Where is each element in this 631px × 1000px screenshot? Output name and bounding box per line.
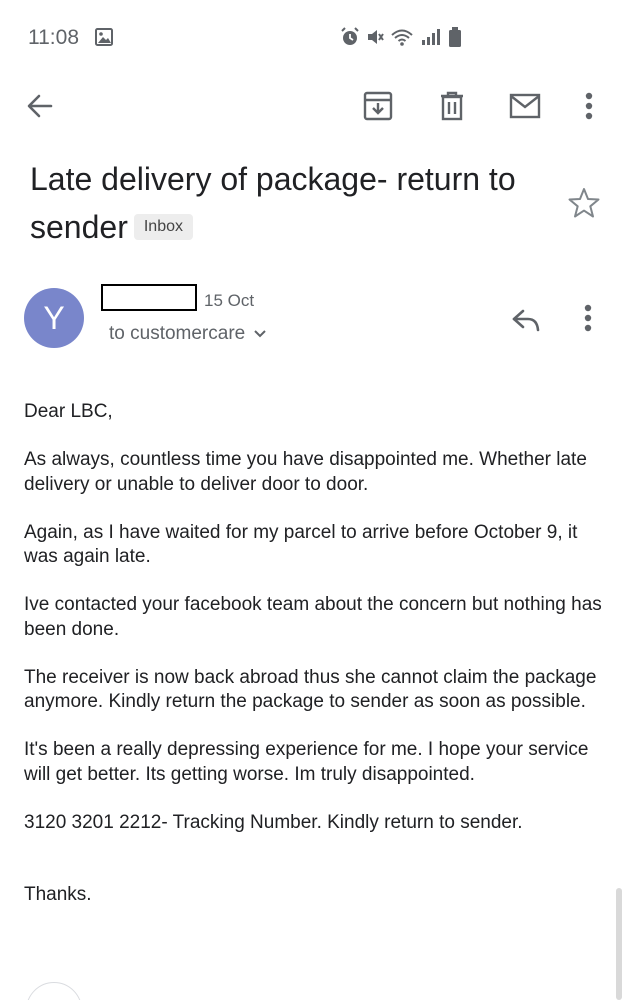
signal-icon bbox=[422, 29, 440, 45]
email-subject: Late delivery of package- return to send… bbox=[30, 155, 550, 251]
body-paragraph: 3120 3201 2212- Tracking Number. Kindly … bbox=[24, 811, 523, 833]
sender-avatar[interactable]: Y bbox=[24, 288, 84, 348]
email-date: 15 Oct bbox=[204, 291, 255, 310]
star-icon bbox=[568, 188, 600, 218]
email-body: Dear LBC, As always, countless time you … bbox=[24, 400, 614, 931]
body-paragraph: It's been a really depressing experience… bbox=[24, 739, 589, 785]
arrow-left-icon bbox=[27, 94, 53, 118]
status-bar: 11:08 bbox=[0, 0, 631, 76]
inbox-label-chip[interactable]: Inbox bbox=[133, 213, 193, 240]
mute-icon bbox=[368, 30, 384, 44]
status-icons bbox=[340, 26, 462, 48]
alarm-icon bbox=[341, 27, 359, 45]
scrollbar[interactable] bbox=[616, 888, 622, 1000]
recipient-text: to customercare bbox=[109, 323, 246, 344]
recipient-details-toggle[interactable]: to customercare bbox=[109, 323, 267, 345]
avatar-initial: Y bbox=[43, 299, 65, 336]
more-vert-icon bbox=[585, 92, 593, 120]
message-more-button[interactable] bbox=[570, 298, 606, 338]
battery-icon bbox=[449, 27, 461, 47]
mail-icon bbox=[509, 93, 541, 119]
trash-icon bbox=[441, 91, 463, 121]
body-signoff: Thanks. bbox=[24, 884, 92, 905]
more-options-button[interactable] bbox=[567, 80, 611, 132]
wifi-icon bbox=[391, 29, 413, 46]
body-paragraph: As always, countless time you have disap… bbox=[24, 449, 587, 495]
status-time: 11:08 bbox=[28, 26, 79, 49]
chevron-down-icon bbox=[254, 330, 266, 338]
subject-text: Late delivery of package- return to send… bbox=[30, 161, 516, 245]
back-button[interactable] bbox=[18, 80, 62, 132]
sender-name-redacted bbox=[101, 284, 197, 311]
body-paragraph: Dear LBC, bbox=[24, 401, 113, 422]
more-vert-icon bbox=[584, 304, 592, 332]
delete-button[interactable] bbox=[430, 80, 474, 132]
reply-button[interactable] bbox=[506, 300, 546, 340]
body-paragraph: Ive contacted your facebook team about t… bbox=[24, 594, 602, 640]
email-toolbar bbox=[0, 80, 631, 132]
archive-button[interactable] bbox=[356, 80, 400, 132]
archive-icon bbox=[363, 91, 393, 121]
gallery-notification-icon bbox=[95, 28, 113, 46]
mark-unread-button[interactable] bbox=[503, 80, 547, 132]
reply-icon bbox=[512, 309, 540, 332]
emoji-reaction-button[interactable] bbox=[26, 982, 82, 1000]
star-button[interactable] bbox=[567, 186, 603, 222]
body-paragraph: The receiver is now back abroad thus she… bbox=[24, 666, 597, 713]
body-paragraph: Again, as I have waited for my parcel to… bbox=[24, 521, 578, 568]
